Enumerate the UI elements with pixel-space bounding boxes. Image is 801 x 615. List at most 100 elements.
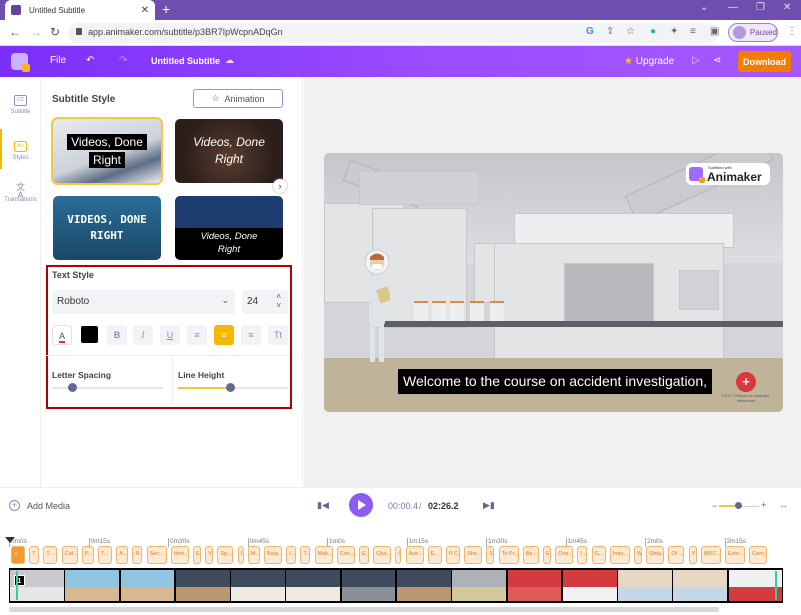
subtitle-block[interactable]: Mak... xyxy=(314,546,333,564)
new-tab-icon[interactable]: + xyxy=(162,1,170,17)
italic-button[interactable]: I xyxy=(133,325,153,345)
subtitle-block[interactable]: M... xyxy=(247,546,260,564)
subtitle-block[interactable]: E... xyxy=(427,546,442,564)
subtitle-block[interactable]: T... xyxy=(98,546,112,564)
subtitle-block[interactable]: Inqu... xyxy=(609,546,630,564)
zoom-in-icon[interactable]: + xyxy=(761,500,766,510)
align-right-button[interactable]: ≡ xyxy=(241,325,261,345)
align-center-button[interactable]: ≡ xyxy=(214,325,234,345)
url-text[interactable]: app.animaker.com/subtitle/p3BR7IpWcpnADq… xyxy=(88,27,283,37)
subtitle-block[interactable]: Exte... xyxy=(725,546,745,564)
trim-start-handle[interactable] xyxy=(16,571,18,600)
menu-kebab-icon[interactable]: ⋮ xyxy=(787,26,797,37)
subtitle-block[interactable]: S... xyxy=(486,546,495,564)
profile-button[interactable]: Paused xyxy=(728,23,778,42)
subtitle-block[interactable]: Iden... xyxy=(170,546,189,564)
color-swatch[interactable] xyxy=(81,326,98,343)
subtitle-block[interactable]: T... xyxy=(43,546,58,564)
tab-close-icon[interactable]: ✕ xyxy=(141,5,149,16)
stepper-arrows-icon[interactable]: ˄ ˅ xyxy=(276,292,281,310)
redo-icon[interactable]: ↷ xyxy=(119,55,127,66)
font-size-stepper[interactable]: 24 ˄ ˅ xyxy=(242,290,288,314)
video-thumbnail[interactable] xyxy=(452,570,507,601)
undo-icon[interactable]: ↶ xyxy=(86,55,94,66)
subtitle-block[interactable]: C... xyxy=(395,546,402,564)
subtitle-block[interactable]: A... xyxy=(116,546,129,564)
line-height-knob[interactable] xyxy=(226,383,235,392)
preview-play-icon[interactable]: ▷ xyxy=(692,55,700,66)
subtitle-block[interactable]: Com... xyxy=(749,546,768,564)
subtitle-block[interactable]: T xyxy=(29,546,40,564)
video-thumbnail[interactable] xyxy=(562,570,617,601)
text-color-button[interactable]: A xyxy=(52,325,72,345)
video-thumbnail[interactable] xyxy=(618,570,672,601)
subtitle-block[interactable]: I... xyxy=(286,546,297,564)
subtitle-block[interactable]: I... xyxy=(577,546,588,564)
subtitle-block[interactable]: Be ... xyxy=(522,546,539,564)
back-icon[interactable]: ← xyxy=(9,25,21,39)
style-card-2[interactable]: Videos, Done Right xyxy=(175,119,283,183)
subtitle-block[interactable]: E... xyxy=(359,546,369,564)
align-left-button[interactable]: ≡ xyxy=(187,325,207,345)
style-card-4[interactable]: Videos, Done Right xyxy=(175,196,283,260)
subtitle-block[interactable]: To Pr... xyxy=(498,546,519,564)
subtitle-block[interactable]: E... xyxy=(193,546,201,564)
subtitle-block[interactable]: V... xyxy=(205,546,214,564)
video-thumbnail[interactable] xyxy=(507,570,562,601)
sidebar-item-translations[interactable]: 文A Translations xyxy=(0,183,41,204)
subtitle-block[interactable]: Cal... xyxy=(61,546,78,564)
bold-button[interactable]: B xyxy=(107,325,127,345)
subtitle-block[interactable]: Ass... xyxy=(405,546,424,564)
animaker-logo-icon[interactable] xyxy=(11,53,30,72)
skip-forward-icon[interactable]: ▶▮ xyxy=(483,500,495,511)
add-media-button[interactable]: + Add Media xyxy=(9,500,70,511)
video-thumbnail[interactable] xyxy=(397,570,451,601)
skip-back-icon[interactable]: ▮◀ xyxy=(317,500,329,511)
video-thumbnail[interactable] xyxy=(175,570,230,601)
subtitle-block[interactable]: Sec... xyxy=(146,546,167,564)
video-thumbnail[interactable] xyxy=(231,570,285,601)
subtitle-block[interactable]: R... xyxy=(132,546,143,564)
share-icon[interactable]: ⇪ xyxy=(606,26,614,37)
underline-button[interactable]: U xyxy=(160,325,180,345)
timeline-zoom-knob[interactable] xyxy=(735,502,742,509)
subtitle-block[interactable]: W... xyxy=(634,546,642,564)
font-family-select[interactable]: Roboto ⌄ xyxy=(52,290,235,314)
subtitle-block[interactable]: One... xyxy=(555,546,574,564)
reading-list-icon[interactable]: ≡ xyxy=(690,26,696,37)
play-button[interactable] xyxy=(349,493,373,517)
subtitle-block[interactable]: T... xyxy=(300,546,311,564)
style-card-1[interactable]: Videos, Done Right xyxy=(51,117,163,185)
subtitle-block[interactable]: Obta... xyxy=(646,546,665,564)
subtitle-block[interactable]: I... xyxy=(237,546,244,564)
minimize-icon[interactable]: — xyxy=(728,2,738,13)
zoom-out-icon[interactable]: − xyxy=(712,501,717,511)
style-card-3[interactable]: VIDEOS, DONE RIGHT xyxy=(53,196,161,260)
playhead-icon[interactable] xyxy=(5,537,15,543)
subtitle-block[interactable]: Of ... xyxy=(668,546,685,564)
subtitle-block[interactable]: She... xyxy=(464,546,483,564)
reload-icon[interactable]: ↻ xyxy=(50,25,60,39)
trim-end-handle[interactable] xyxy=(775,571,777,600)
sidebar-item-subtitle[interactable]: CC Subtitle xyxy=(0,95,41,115)
subtitle-block[interactable]: Bala... xyxy=(264,546,282,564)
project-title[interactable]: Untitled Subtitle xyxy=(151,56,220,66)
subtitle-block[interactable]: ⫞ xyxy=(11,546,25,564)
video-thumbnail[interactable] xyxy=(120,570,175,601)
subtitle-block[interactable]: G... xyxy=(591,546,606,564)
text-case-button[interactable]: Tt xyxy=(268,325,288,345)
share-icon[interactable]: ⋖ xyxy=(713,55,721,66)
subtitle-block[interactable]: If C... xyxy=(446,546,460,564)
fit-timeline-icon[interactable]: ↔ xyxy=(779,500,788,510)
subtitle-block[interactable]: Con... xyxy=(336,546,355,564)
download-button[interactable]: Download xyxy=(738,51,791,72)
close-window-icon[interactable]: ✕ xyxy=(783,2,791,13)
google-icon[interactable]: G xyxy=(586,26,594,37)
browser-tab[interactable]: Untitled Subtitle ✕ xyxy=(5,0,155,20)
video-thumbnail[interactable] xyxy=(673,570,728,601)
subtitle-caption[interactable]: Welcome to the course on accident invest… xyxy=(398,369,713,394)
bookmark-star-icon[interactable]: ☆ xyxy=(626,26,635,37)
letter-spacing-knob[interactable] xyxy=(68,383,77,392)
video-thumbnail[interactable] xyxy=(65,570,120,601)
forward-icon[interactable]: → xyxy=(30,25,42,39)
